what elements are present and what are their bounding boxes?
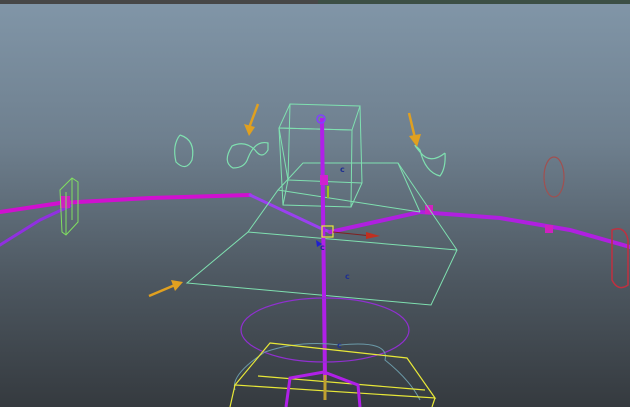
annotation-arrows (148, 103, 421, 298)
arrow-icon (407, 112, 421, 147)
joint-chain-horizontal[interactable] (0, 193, 630, 249)
arrow-icon (148, 280, 183, 298)
curve-shape-figure-eight[interactable] (226, 141, 269, 169)
3d-viewport[interactable]: c c c c (0, 0, 630, 407)
right-hand-control[interactable] (611, 228, 629, 289)
pivot-label: c (345, 272, 350, 281)
pivot-label: c (337, 341, 342, 350)
move-manipulator[interactable] (316, 186, 380, 247)
curve-shape-right[interactable] (414, 144, 446, 177)
scene-svg: c c c c (0, 103, 630, 407)
inactive-curve-oval[interactable] (543, 156, 565, 198)
curve-shape-left[interactable] (174, 134, 194, 168)
pivot-label: c (340, 165, 345, 174)
arrow-icon (244, 103, 260, 136)
pivot-label: c (320, 243, 325, 252)
